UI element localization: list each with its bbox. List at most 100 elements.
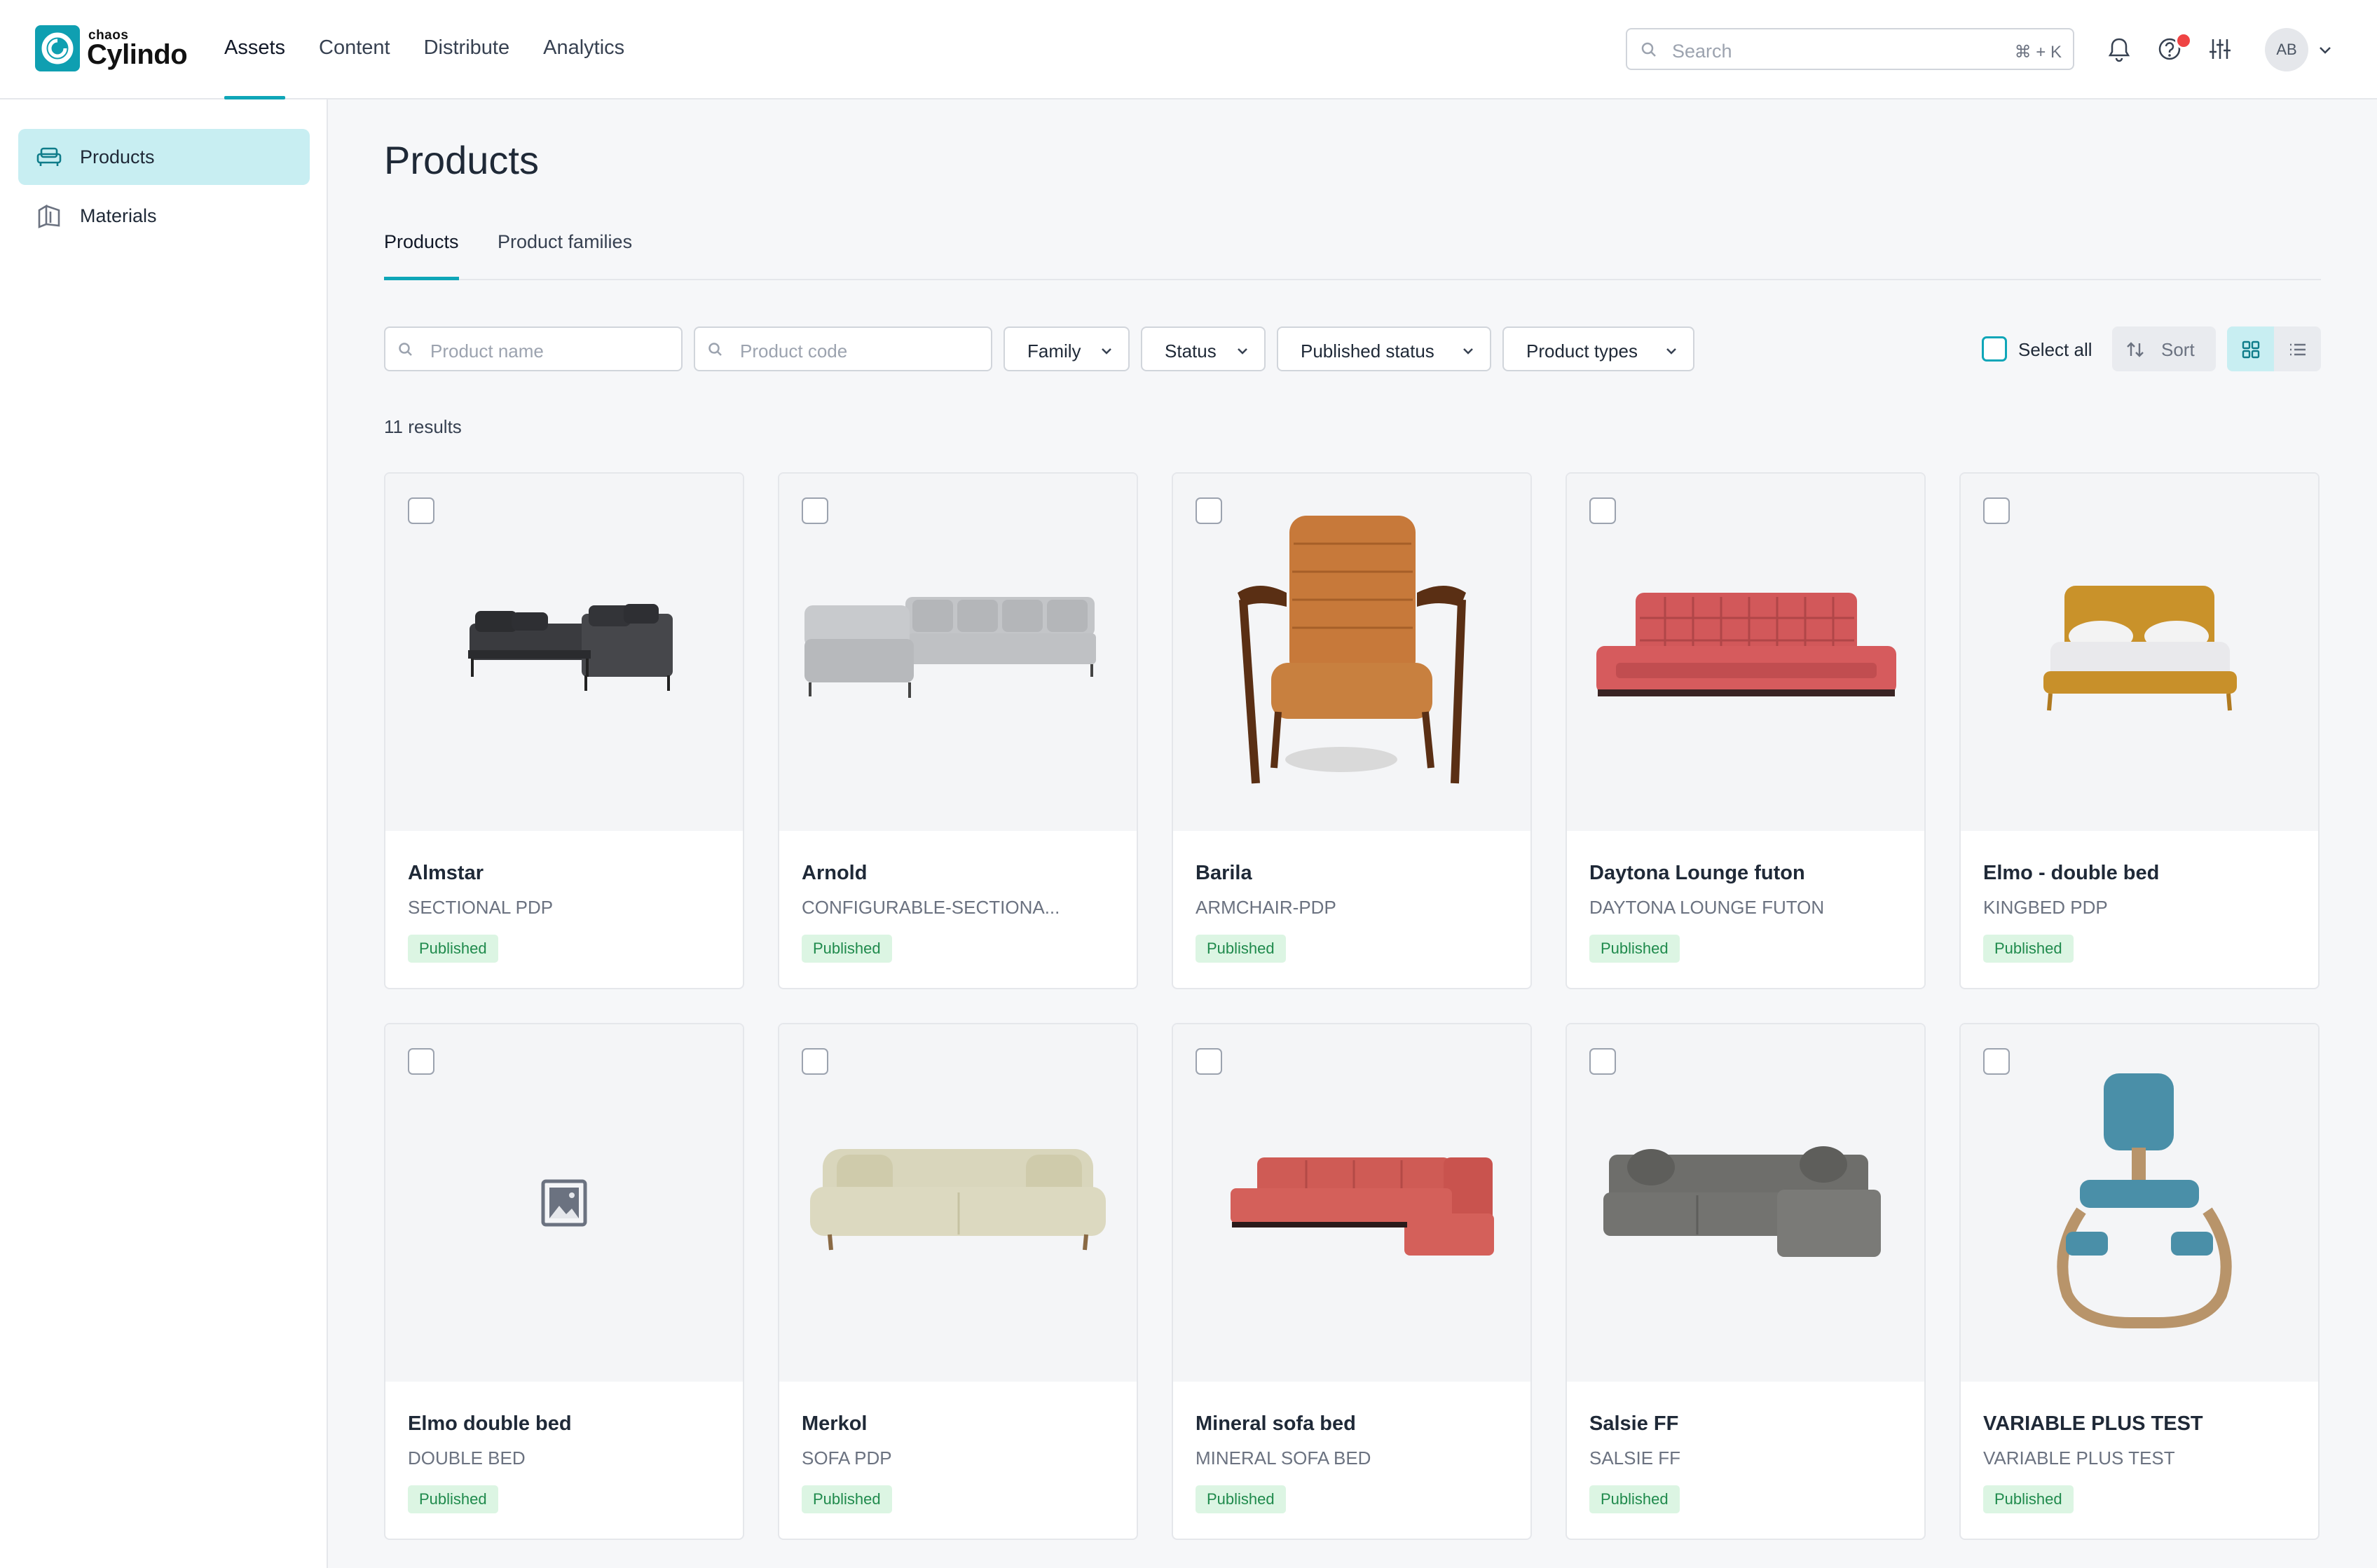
product-card[interactable]: Elmo - double bed KINGBED PDP Published [1959,472,2320,989]
image-placeholder-icon [541,1179,587,1227]
sidebar-item-products[interactable]: Products [18,129,310,185]
view-toggle [2227,326,2321,371]
product-card[interactable]: Almstar SECTIONAL PDP Published [384,472,744,989]
bell-icon[interactable] [2104,34,2135,64]
product-card[interactable]: Daytona Lounge futon DAYTONA LOUNGE FUTO… [1566,472,1926,989]
chevron-down-icon [1235,343,1250,362]
search-icon [397,341,415,362]
dropdown-label: Family [1027,341,1081,362]
search-icon [1640,41,1658,62]
card-checkbox[interactable] [408,497,434,524]
nav-content[interactable]: Content [319,0,390,99]
red-sectional-sofa-image [1173,1024,1530,1382]
product-name: Daytona Lounge futon [1589,862,1805,884]
product-code-input[interactable]: Product code [694,326,992,371]
product-card[interactable]: Mineral sofa bed MINERAL SOFA BED Publis… [1172,1023,1532,1540]
nav-analytics[interactable]: Analytics [543,0,624,99]
product-code: SALSIE FF [1589,1447,1681,1469]
red-futon-image [1567,474,1924,831]
sidebar-item-materials[interactable]: Materials [18,188,310,244]
sidebar-item-label: Materials [80,205,157,226]
product-code: SOFA PDP [802,1447,892,1469]
product-code: ARMCHAIR-PDP [1196,897,1336,918]
status-badge: Published [1589,935,1680,963]
card-checkbox[interactable] [1983,497,2010,524]
card-checkbox[interactable] [1983,1048,2010,1075]
cylindo-logo-icon[interactable] [35,25,80,71]
sidebar-item-label: Products [80,146,155,167]
sort-label: Sort [2161,339,2195,360]
search-placeholder: Search [1672,41,1732,62]
product-card[interactable]: Barila ARMCHAIR-PDP Published [1172,472,1532,989]
product-name-input[interactable]: Product name [384,326,683,371]
card-checkbox[interactable] [1589,497,1616,524]
card-checkbox[interactable] [802,1048,828,1075]
grid-icon [2242,341,2260,359]
card-checkbox[interactable] [408,1048,434,1075]
chevron-down-icon [1664,343,1679,362]
product-code: CONFIGURABLE-SECTIONA... [802,897,1060,918]
settings-sliders-icon[interactable] [2205,34,2235,64]
card-checkbox[interactable] [1196,1048,1222,1075]
status-badge: Published [1983,935,2074,963]
tab-product-families[interactable]: Product families [498,231,632,280]
status-badge: Published [1983,1485,2074,1513]
product-types-dropdown[interactable]: Product types [1502,326,1694,371]
product-code-placeholder: Product code [740,341,848,362]
card-checkbox[interactable] [1589,1048,1616,1075]
select-all-checkbox[interactable] [1982,336,2007,362]
leather-armchair-image [1173,474,1530,831]
product-name: Elmo - double bed [1983,862,2160,884]
product-name: Mineral sofa bed [1196,1412,1356,1435]
search-shortcut: ⌘ + K [2014,43,2062,62]
dropdown-label: Status [1165,341,1217,362]
sidebar: Products Materials [0,99,328,1568]
product-name: Barila [1196,862,1252,884]
select-all-label[interactable]: Select all [2018,339,2092,361]
card-checkbox[interactable] [1196,497,1222,524]
nav-distribute[interactable]: Distribute [424,0,510,99]
global-search-input[interactable]: Search ⌘ + K [1626,28,2074,70]
status-badge: Published [408,1485,498,1513]
product-card[interactable]: Elmo double bed DOUBLE BED Published [384,1023,744,1540]
product-name: Elmo double bed [408,1412,572,1435]
beige-sofa-image [779,1024,1137,1382]
status-dropdown[interactable]: Status [1141,326,1266,371]
product-card[interactable]: Salsie FF SALSIE FF Published [1566,1023,1926,1540]
list-icon [2290,343,2306,356]
product-name: Almstar [408,862,484,884]
user-avatar[interactable]: AB [2265,28,2308,71]
product-name: Salsie FF [1589,1412,1679,1435]
status-badge: Published [408,935,498,963]
search-icon [706,341,725,362]
chevron-down-icon [1460,343,1476,362]
tab-products[interactable]: Products [384,231,459,280]
card-checkbox[interactable] [802,497,828,524]
product-name-placeholder: Product name [430,341,544,362]
product-name: Arnold [802,862,868,884]
sofa-icon [35,143,63,174]
status-badge: Published [802,935,892,963]
product-card[interactable]: Arnold CONFIGURABLE-SECTIONA... Publishe… [778,472,1138,989]
list-view-button[interactable] [2274,326,2321,371]
product-card[interactable]: Merkol SOFA PDP Published [778,1023,1138,1540]
product-card[interactable]: VARIABLE PLUS TEST VARIABLE PLUS TEST Pu… [1959,1023,2320,1540]
sort-button[interactable]: Sort [2112,326,2216,371]
status-badge: Published [1196,1485,1286,1513]
family-dropdown[interactable]: Family [1003,326,1130,371]
status-badge: Published [802,1485,892,1513]
status-badge: Published [1196,935,1286,963]
dropdown-label: Product types [1526,341,1638,362]
grey-corner-sofa-image [1567,1024,1924,1382]
chevron-down-icon[interactable] [2317,42,2334,62]
top-nav: Assets Content Distribute Analytics [224,0,658,99]
product-code: VARIABLE PLUS TEST [1983,1447,2175,1469]
grid-view-button[interactable] [2227,326,2274,371]
mustard-bed-image [1961,474,2318,831]
published-status-dropdown[interactable]: Published status [1277,326,1491,371]
product-code: DAYTONA LOUNGE FUTON [1589,897,1825,918]
nav-assets[interactable]: Assets [224,0,286,99]
product-code: MINERAL SOFA BED [1196,1447,1371,1469]
page-title: Products [384,138,539,182]
product-name: VARIABLE PLUS TEST [1983,1412,2203,1435]
